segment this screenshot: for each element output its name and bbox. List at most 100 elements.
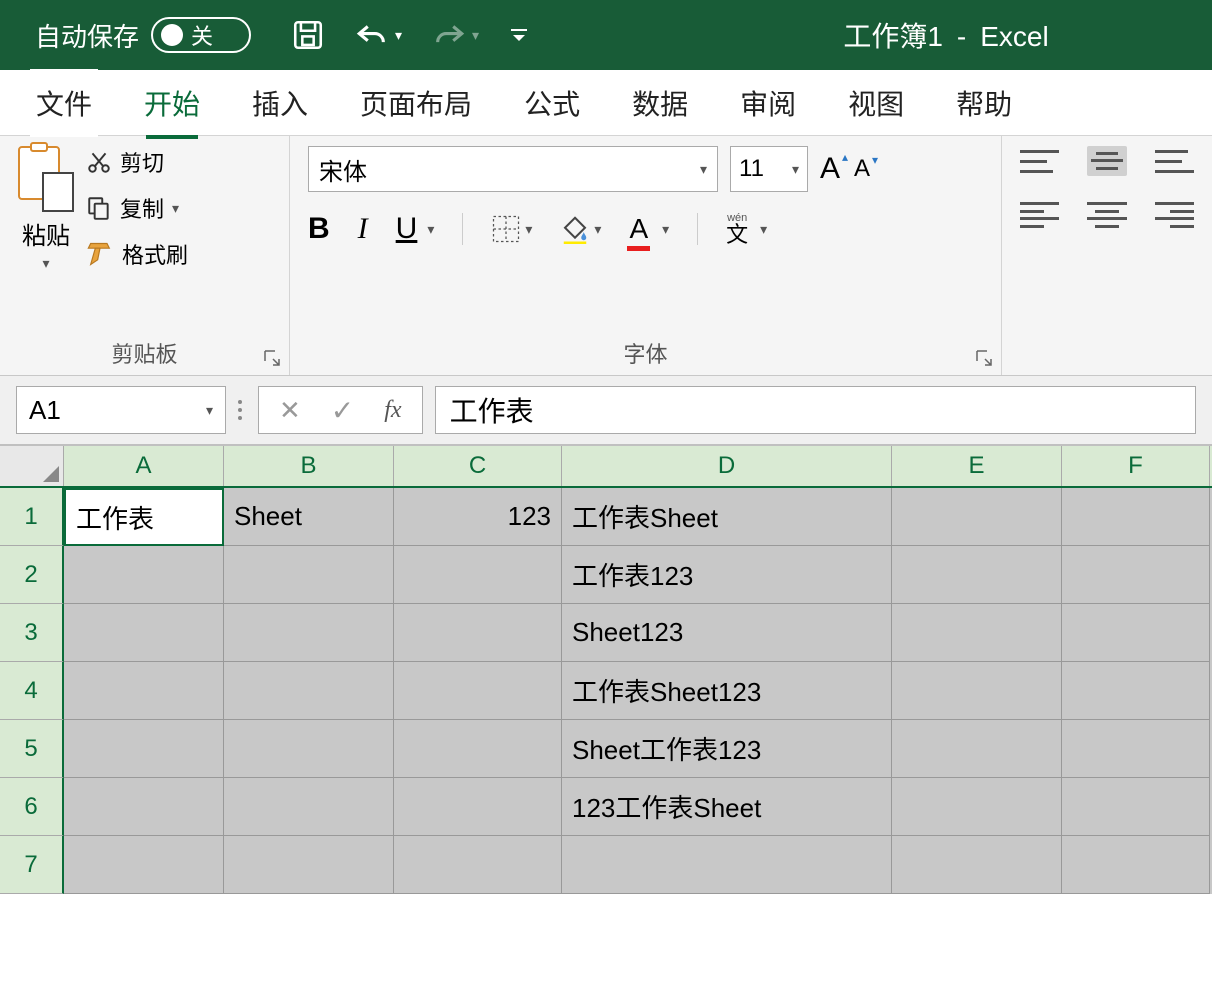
cell-A2[interactable] (64, 546, 224, 604)
cell-B5[interactable] (224, 720, 394, 778)
tab-review[interactable]: 审阅 (734, 69, 802, 137)
row-header-2[interactable]: 2 (0, 546, 64, 604)
row-header-4[interactable]: 4 (0, 662, 64, 720)
cell-A6[interactable] (64, 778, 224, 836)
row-header-3[interactable]: 3 (0, 604, 64, 662)
align-bottom-button[interactable] (1155, 146, 1194, 176)
cut-button[interactable]: 剪切 (86, 146, 188, 178)
cell-C5[interactable] (394, 720, 562, 778)
cell-C3[interactable] (394, 604, 562, 662)
cell-E2[interactable] (892, 546, 1062, 604)
cell-D5[interactable]: Sheet工作表123 (562, 720, 892, 778)
cancel-formula-button[interactable]: ✕ (279, 395, 301, 426)
fill-color-button[interactable]: ▾ (560, 214, 601, 244)
decrease-font-button[interactable]: A▾ (854, 155, 870, 183)
format-painter-button[interactable]: 格式刷 (86, 238, 188, 270)
font-color-button[interactable]: A ▾ (629, 213, 669, 245)
column-header-C[interactable]: C (394, 446, 562, 486)
column-header-F[interactable]: F (1062, 446, 1210, 486)
cell-F5[interactable] (1062, 720, 1210, 778)
align-center-button[interactable] (1087, 200, 1126, 230)
cell-F3[interactable] (1062, 604, 1210, 662)
phonetic-guide-button[interactable]: wén 文 ▾ (726, 213, 767, 246)
paste-button[interactable]: 粘贴 ▾ (18, 146, 74, 331)
align-left-button[interactable] (1020, 200, 1059, 230)
cell-C4[interactable] (394, 662, 562, 720)
bold-button[interactable]: B (308, 212, 330, 246)
cell-D6[interactable]: 123工作表Sheet (562, 778, 892, 836)
increase-font-button[interactable]: A▴ (820, 152, 840, 186)
cell-A1[interactable]: 工作表 (64, 488, 224, 546)
tab-formulas[interactable]: 公式 (518, 69, 586, 137)
cell-C6[interactable] (394, 778, 562, 836)
toggle-switch[interactable]: 关 (151, 17, 251, 53)
tab-view[interactable]: 视图 (842, 69, 910, 137)
row-header-6[interactable]: 6 (0, 778, 64, 836)
cell-D3[interactable]: Sheet123 (562, 604, 892, 662)
cell-F7[interactable] (1062, 836, 1210, 894)
cell-A3[interactable] (64, 604, 224, 662)
cell-C2[interactable] (394, 546, 562, 604)
cell-D1[interactable]: 工作表Sheet (562, 488, 892, 546)
cell-E6[interactable] (892, 778, 1062, 836)
align-right-button[interactable] (1155, 200, 1194, 230)
font-name-select[interactable]: 宋体 ▾ (308, 146, 718, 192)
tab-data[interactable]: 数据 (626, 69, 694, 137)
cell-F6[interactable] (1062, 778, 1210, 836)
customize-qat-button[interactable] (509, 25, 529, 45)
tab-page-layout[interactable]: 页面布局 (354, 69, 478, 137)
column-header-B[interactable]: B (224, 446, 394, 486)
borders-button[interactable]: ▾ (491, 214, 532, 244)
column-header-D[interactable]: D (562, 446, 892, 486)
formula-input[interactable]: 工作表 (435, 386, 1196, 434)
cell-D2[interactable]: 工作表123 (562, 546, 892, 604)
name-box[interactable]: A1 ▾ (16, 386, 226, 434)
enter-formula-button[interactable]: ✓ (331, 394, 354, 427)
tab-file[interactable]: 文件 (30, 69, 98, 137)
cell-B4[interactable] (224, 662, 394, 720)
row-header-1[interactable]: 1 (0, 488, 64, 546)
cell-C7[interactable] (394, 836, 562, 894)
column-header-A[interactable]: A (64, 446, 224, 486)
cell-B6[interactable] (224, 778, 394, 836)
row-header-7[interactable]: 7 (0, 836, 64, 894)
dialog-launcher-icon[interactable] (975, 349, 993, 367)
align-top-button[interactable] (1020, 146, 1059, 176)
cell-E1[interactable] (892, 488, 1062, 546)
align-middle-button[interactable] (1087, 146, 1126, 176)
cell-E4[interactable] (892, 662, 1062, 720)
copy-button[interactable]: 复制 ▾ (86, 192, 188, 224)
save-button[interactable] (291, 18, 325, 52)
cell-B1[interactable]: Sheet (224, 488, 394, 546)
cell-F1[interactable] (1062, 488, 1210, 546)
column-header-E[interactable]: E (892, 446, 1062, 486)
cell-F2[interactable] (1062, 546, 1210, 604)
autosave-toggle[interactable]: 自动保存 关 (35, 17, 251, 54)
cell-A4[interactable] (64, 662, 224, 720)
tab-home[interactable]: 开始 (138, 69, 206, 137)
cell-F4[interactable] (1062, 662, 1210, 720)
italic-button[interactable]: I (358, 212, 368, 246)
cell-B7[interactable] (224, 836, 394, 894)
cell-D4[interactable]: 工作表Sheet123 (562, 662, 892, 720)
underline-button[interactable]: U▾ (396, 212, 435, 246)
cell-A5[interactable] (64, 720, 224, 778)
tab-insert[interactable]: 插入 (246, 69, 314, 137)
font-size-select[interactable]: 11 ▾ (730, 146, 808, 192)
insert-function-button[interactable]: fx (384, 397, 401, 424)
redo-button[interactable]: ▾ (432, 20, 479, 50)
undo-button[interactable]: ▾ (355, 20, 402, 50)
cell-E5[interactable] (892, 720, 1062, 778)
tab-help[interactable]: 帮助 (950, 69, 1018, 137)
cell-D7[interactable] (562, 836, 892, 894)
column-headers: A B C D E F (0, 446, 1212, 488)
cell-E3[interactable] (892, 604, 1062, 662)
cell-C1[interactable]: 123 (394, 488, 562, 546)
cell-B2[interactable] (224, 546, 394, 604)
row-header-5[interactable]: 5 (0, 720, 64, 778)
cell-A7[interactable] (64, 836, 224, 894)
dialog-launcher-icon[interactable] (263, 349, 281, 367)
cell-E7[interactable] (892, 836, 1062, 894)
select-all-button[interactable] (0, 446, 64, 486)
cell-B3[interactable] (224, 604, 394, 662)
